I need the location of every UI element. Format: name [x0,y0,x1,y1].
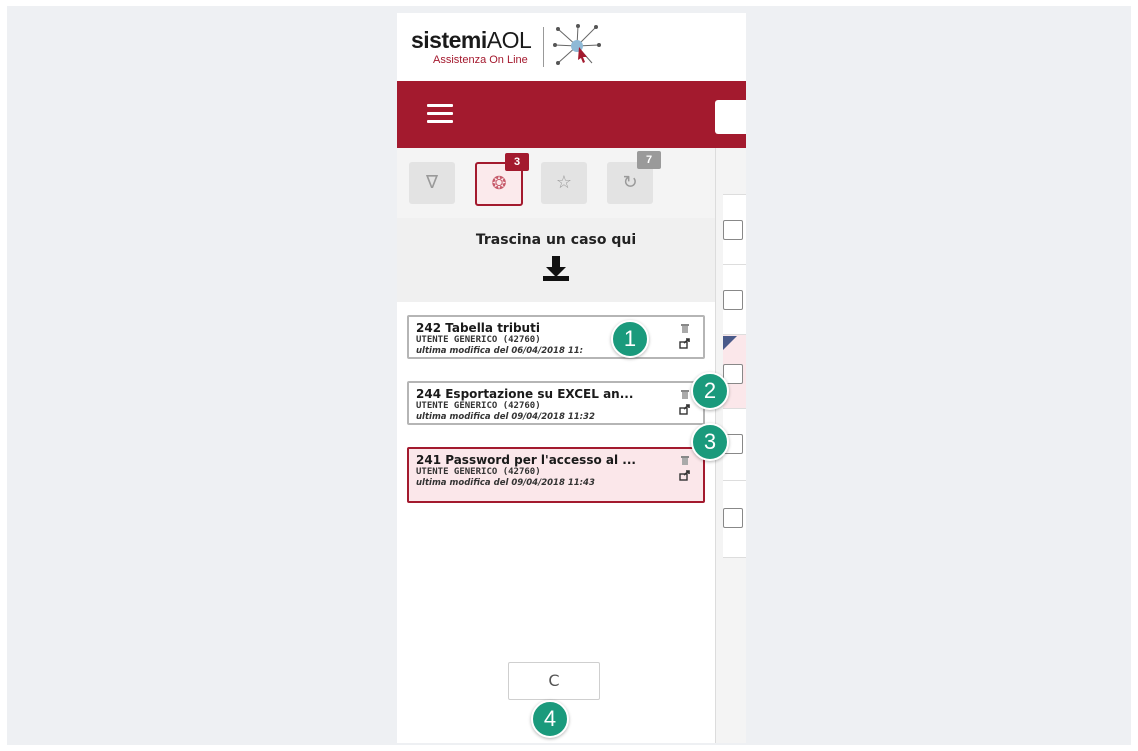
case-title: 244 Esportazione su EXCEL an... [416,387,634,401]
trash-icon[interactable] [679,454,691,466]
drop-zone[interactable]: Trascina un caso qui [397,218,715,302]
row-checkbox[interactable] [723,220,743,240]
callout-marker-1: 1 [611,320,649,358]
case-user: UTENTE GENERICO (42760) [416,401,541,411]
trash-icon[interactable] [679,388,691,400]
active-cases-button[interactable]: ❂ 3 [475,153,529,206]
star-icon: ☆ [555,172,573,193]
case-actions [679,454,693,484]
top-navigation-bar [397,81,746,148]
brand-logo[interactable]: sistemiAOL [411,27,532,54]
favorites-button[interactable]: ☆ [541,162,587,204]
filter-toolbar: ∇ ❂ 3 ☆ ↻ 7 [397,148,715,218]
refresh-icon: C [548,671,560,690]
search-input[interactable] [715,100,746,134]
logo-divider [543,27,544,67]
filter-button[interactable]: ∇ [409,162,455,204]
app-window: sistemiAOL Assistenza On Line ∇ ❂ 3 ☆ ↻ … [397,13,746,743]
case-list: 242 Tabella tributi UTENTE GENERICO (427… [407,315,705,525]
callout-marker-2: 2 [691,372,729,410]
share-icon[interactable] [679,469,691,481]
cases-sidebar: ∇ ❂ 3 ☆ ↻ 7 Trascina un caso qui 242 Tab… [397,148,716,743]
refresh-button[interactable]: C [508,662,600,700]
row-checkbox[interactable] [723,508,743,528]
case-title: 241 Password per l'accesso al ... [416,453,636,467]
brand-subtitle: Assistenza On Line [433,54,528,66]
row-checkbox[interactable] [723,290,743,310]
trash-icon[interactable] [679,322,691,334]
active-cases-badge: 3 [505,153,529,171]
history-button[interactable]: ↻ 7 [607,151,661,204]
history-badge: 7 [637,151,661,169]
case-card[interactable]: 242 Tabella tributi UTENTE GENERICO (427… [407,315,705,359]
hamburger-menu-icon[interactable] [427,104,453,124]
callout-marker-3: 3 [691,423,729,461]
network-logo-icon [553,24,601,65]
filter-icon: ∇ [425,172,439,193]
brand-light: AOL [486,27,532,53]
case-modified: ultima modifica del 09/04/2018 11:32 [416,412,595,422]
case-actions [679,322,693,352]
share-icon[interactable] [679,337,691,349]
case-modified: ultima modifica del 09/04/2018 11:43 [416,478,595,488]
active-cases-icon: ❂ [491,173,507,194]
drop-zone-label: Trascina un caso qui [475,232,637,248]
case-user: UTENTE GENERICO (42760) [416,467,541,477]
brand-bold: sistemi [411,27,487,53]
history-icon: ↻ [622,172,638,193]
case-card[interactable]: 244 Esportazione su EXCEL an... UTENTE G… [407,381,705,425]
callout-marker-4: 4 [531,700,569,738]
corner-flag-icon [723,336,737,350]
download-icon [543,256,569,281]
logo-header: sistemiAOL Assistenza On Line [397,13,746,81]
share-icon[interactable] [679,403,691,415]
case-card-selected[interactable]: 241 Password per l'accesso al ... UTENTE… [407,447,705,503]
